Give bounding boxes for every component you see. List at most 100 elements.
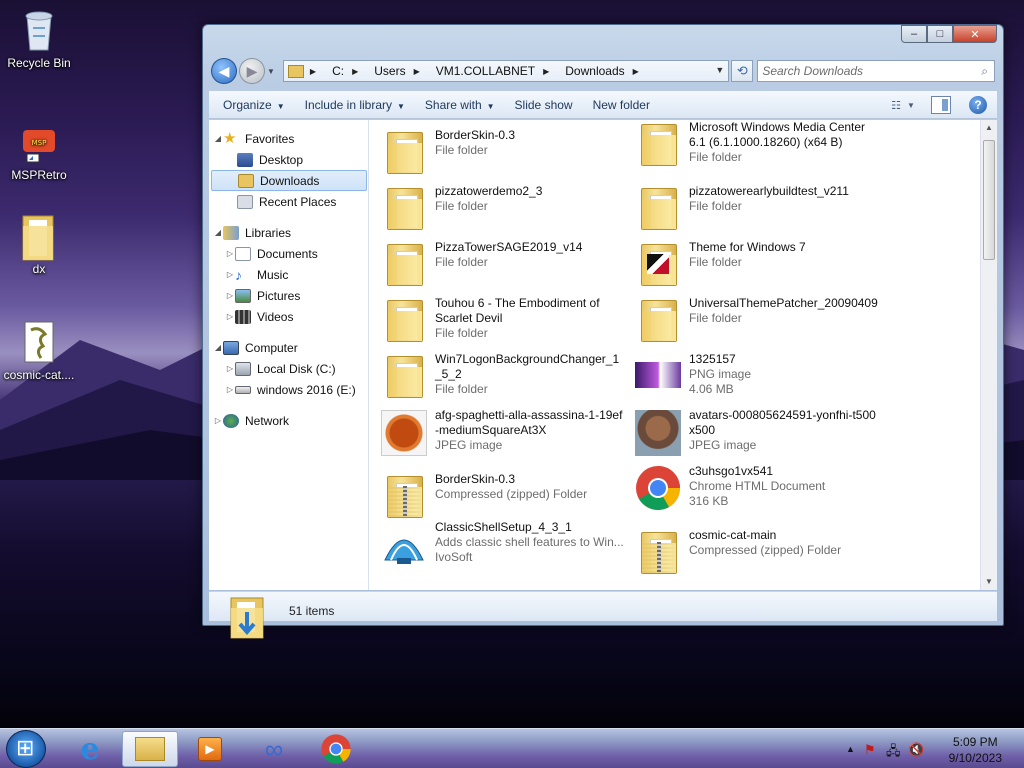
expand-arrow-icon[interactable]: ▷ <box>213 416 223 425</box>
network-status-icon[interactable]: 🖧 <box>886 742 901 764</box>
file-item[interactable]: avatars-000805624591-yonfhi-t500x500 JPEG… <box>635 408 885 464</box>
nav-windows-drive[interactable]: ▷ windows 2016 (E:) <box>209 379 368 400</box>
breadcrumb-users[interactable]: Users <box>374 64 405 78</box>
search-icon: ⌕ <box>981 64 988 78</box>
desktop-icon-recycle-bin[interactable]: Recycle Bin <box>1 8 77 70</box>
maximize-button[interactable]: □ <box>927 25 953 43</box>
nav-downloads[interactable]: Downloads <box>211 170 367 191</box>
optical-drive-icon <box>235 385 251 394</box>
breadcrumb-separator[interactable]: ▶ <box>352 67 366 76</box>
refresh-icon: ⟲ <box>736 63 748 78</box>
file-item[interactable]: pizzatowerearlybuildtest_v211 File folder <box>635 184 885 236</box>
expand-arrow-icon[interactable]: ▷ <box>225 385 235 394</box>
vertical-scrollbar[interactable]: ▲ ▼ <box>980 120 997 590</box>
file-item[interactable]: BorderSkin-0.3 Compressed (zipped) Folder <box>381 472 631 524</box>
taskbar-media-player[interactable]: ▶ <box>182 731 238 767</box>
file-item[interactable]: pizzatowerdemo2_3 File folder <box>381 184 631 236</box>
file-name: pizzatowerdemo2_3 <box>435 184 543 198</box>
breadcrumb-separator[interactable]: ▶ <box>414 67 428 76</box>
volume-muted-icon[interactable]: 🔇 <box>908 742 924 758</box>
expand-arrow-icon[interactable]: ▷ <box>225 249 235 258</box>
start-button[interactable] <box>6 730 46 768</box>
file-type: File folder <box>689 199 742 213</box>
search-input[interactable]: Search Downloads ⌕ <box>757 60 995 82</box>
organize-button[interactable]: Organize ▼ <box>223 98 285 112</box>
desktop-icon-dx[interactable]: dx <box>1 214 77 276</box>
nav-music[interactable]: ▷ ♪ Music <box>209 264 368 285</box>
file-item[interactable]: PizzaTowerSAGE2019_v14 File folder <box>381 240 631 292</box>
help-button[interactable]: ? <box>969 96 987 114</box>
file-item[interactable]: cosmic-cat-main Compressed (zipped) Folde… <box>635 528 885 580</box>
slide-show-button[interactable]: Slide show <box>515 98 573 112</box>
action-center-flag-icon[interactable]: ⚑ <box>864 742 876 758</box>
breadcrumb-user-folder[interactable]: VM1.COLLABNET <box>436 64 535 78</box>
nav-pictures[interactable]: ▷ Pictures <box>209 285 368 306</box>
nav-network[interactable]: ▷ Network <box>209 410 368 431</box>
address-bar[interactable]: ▶ C: ▶ Users ▶ VM1.COLLABNET ▶ Downloads… <box>282 60 730 82</box>
nav-documents[interactable]: ▷ Documents <box>209 243 368 264</box>
breadcrumb-separator[interactable]: ▶ <box>633 67 647 76</box>
nav-favorites[interactable]: ◢ ★ Favorites <box>209 128 368 149</box>
preview-pane-button[interactable] <box>931 96 951 114</box>
file-item[interactable]: Microsoft Windows Media Center 6.1 (6.1.… <box>635 120 885 176</box>
chrome-icon <box>321 734 351 764</box>
scroll-up-arrow-icon[interactable]: ▲ <box>981 120 997 136</box>
file-type: File folder <box>689 255 742 269</box>
taskbar-internet-explorer[interactable]: e <box>62 731 118 767</box>
taskbar-file-explorer[interactable] <box>122 731 178 767</box>
nav-libraries[interactable]: ◢ Libraries <box>209 222 368 243</box>
clock[interactable]: 5:09 PM 9/10/2023 <box>949 734 1002 766</box>
new-folder-button[interactable]: New folder <box>593 98 650 112</box>
file-item[interactable]: c3uhsgo1vx541 Chrome HTML Document 316 KB <box>635 464 885 520</box>
change-view-button[interactable]: ☷ ▼ <box>887 95 919 115</box>
view-list-icon: ☷ <box>891 99 901 112</box>
file-item[interactable]: Theme for Windows 7 File folder <box>635 240 885 292</box>
close-button[interactable]: ✕ <box>953 25 997 43</box>
file-item[interactable]: ClassicShellSetup_4_3_1 Adds classic shel… <box>381 520 631 576</box>
nav-videos[interactable]: ▷ Videos <box>209 306 368 327</box>
folder-icon <box>381 296 427 344</box>
file-item[interactable]: 1325157 PNG image 4.06 MB <box>635 352 885 408</box>
libraries-icon <box>223 225 239 240</box>
file-item[interactable]: UniversalThemePatcher_20090409 File folde… <box>635 296 885 348</box>
collapse-arrow-icon[interactable]: ◢ <box>213 343 223 352</box>
breadcrumb-c[interactable]: C: <box>332 64 344 78</box>
nav-computer[interactable]: ◢ Computer <box>209 337 368 358</box>
include-in-library-button[interactable]: Include in library ▼ <box>305 98 405 112</box>
chevron-down-icon: ▼ <box>906 100 915 110</box>
file-type: Compressed (zipped) Folder <box>689 543 842 557</box>
expand-arrow-icon[interactable]: ▷ <box>225 364 235 373</box>
collapse-arrow-icon[interactable]: ◢ <box>213 228 223 237</box>
desktop-icon-mspretro[interactable]: MSP MSPRetro <box>1 120 77 182</box>
share-with-button[interactable]: Share with ▼ <box>425 98 495 112</box>
scroll-thumb[interactable] <box>983 140 995 260</box>
nav-desktop[interactable]: Desktop <box>209 149 368 170</box>
file-item[interactable]: afg-spaghetti-alla-assassina-1-19ef-medi… <box>381 408 631 464</box>
nav-recent-places[interactable]: Recent Places <box>209 191 368 212</box>
collapse-arrow-icon[interactable]: ◢ <box>213 134 223 143</box>
scroll-down-arrow-icon[interactable]: ▼ <box>981 574 997 590</box>
expand-arrow-icon[interactable]: ▷ <box>225 312 235 321</box>
nav-local-disk[interactable]: ▷ Local Disk (C:) <box>209 358 368 379</box>
refresh-button[interactable]: ⟲ <box>731 60 754 82</box>
desktop-icon-cosmic-cat[interactable]: cosmic-cat.... <box>1 320 77 382</box>
expand-arrow-icon[interactable]: ▷ <box>225 270 235 279</box>
back-button[interactable]: ◀ <box>211 58 237 84</box>
expand-arrow-icon[interactable]: ▷ <box>225 291 235 300</box>
taskbar-app-infinity[interactable]: ∞ <box>246 731 302 767</box>
folder-icon <box>635 184 681 232</box>
recent-pages-dropdown[interactable]: ▼ <box>265 67 277 76</box>
minimize-button[interactable]: – <box>901 25 927 43</box>
jpeg-thumbnail-avatar <box>635 408 681 456</box>
file-name: afg-spaghetti-alla-assassina-1-19ef-medi… <box>435 408 623 437</box>
show-hidden-icons-arrow[interactable]: ▲ <box>846 744 855 754</box>
breadcrumb-separator[interactable]: ▶ <box>543 67 557 76</box>
address-dropdown-icon[interactable]: ▼ <box>715 65 724 75</box>
taskbar-chrome[interactable] <box>308 731 364 767</box>
file-item[interactable]: Win7LogonBackgroundChanger_1_5_2 File fol… <box>381 352 631 408</box>
file-item[interactable]: BorderSkin-0.3 File folder <box>381 128 631 180</box>
file-item[interactable]: Touhou 6 - The Embodiment of Scarlet Dev… <box>381 296 631 352</box>
breadcrumb-downloads[interactable]: Downloads <box>565 64 624 78</box>
breadcrumb-separator[interactable]: ▶ <box>310 67 324 76</box>
forward-button[interactable]: ▶ <box>238 58 265 84</box>
